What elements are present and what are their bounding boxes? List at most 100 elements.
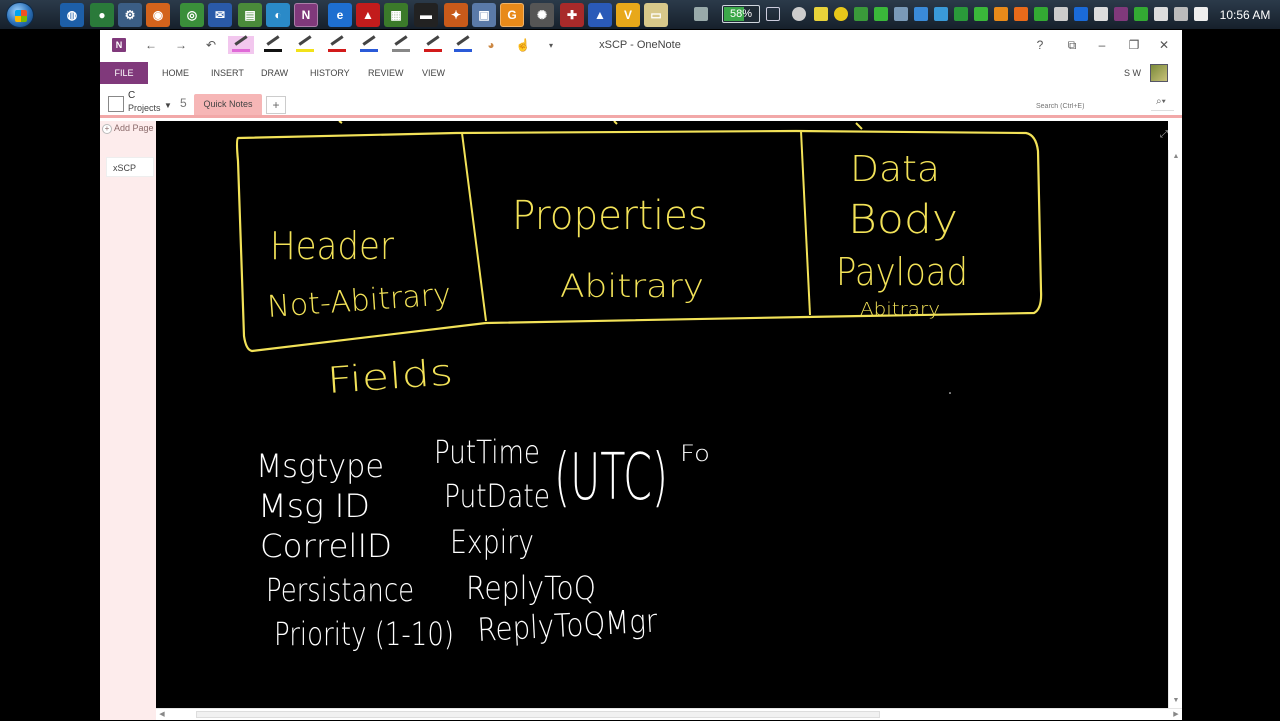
- vertical-scrollbar[interactable]: ▲ ▼: [1168, 150, 1182, 708]
- flag-icon[interactable]: [1154, 7, 1168, 21]
- fo-label: Fo: [680, 442, 710, 467]
- keyboard-icon[interactable]: [694, 7, 708, 21]
- grid-icon[interactable]: [1054, 7, 1068, 21]
- restore-button[interactable]: ❐: [1124, 36, 1144, 54]
- z-icon[interactable]: [994, 7, 1008, 21]
- firefox-icon[interactable]: ◉: [146, 3, 170, 27]
- search-input[interactable]: [1036, 98, 1151, 115]
- check-icon[interactable]: [1134, 7, 1148, 21]
- touch-mode-icon[interactable]: ☝: [512, 36, 534, 54]
- onenote-tray-icon[interactable]: [1114, 7, 1128, 21]
- chrome-like-icon[interactable]: ●: [90, 3, 114, 27]
- pen-blue-icon[interactable]: [356, 35, 382, 54]
- blue-icon[interactable]: [1074, 7, 1088, 21]
- pen-yellow-icon[interactable]: [292, 35, 318, 54]
- ink-marks: [338, 121, 863, 130]
- ie-icon[interactable]: e: [328, 3, 352, 27]
- window-tray-icon[interactable]: [766, 7, 780, 21]
- mail-tray-icon[interactable]: [934, 7, 948, 21]
- update-icon[interactable]: [854, 7, 868, 21]
- tab-file[interactable]: FILE: [100, 62, 148, 84]
- speed-icon[interactable]: [792, 7, 806, 21]
- tab-home[interactable]: HOME: [162, 62, 189, 84]
- v-icon[interactable]: V: [616, 3, 640, 27]
- volume-icon[interactable]: [1194, 7, 1208, 21]
- user-name[interactable]: S W: [1124, 68, 1141, 78]
- scroll-left-icon[interactable]: ◀: [156, 709, 168, 721]
- add-section-button[interactable]: +: [266, 96, 286, 114]
- explorer-icon[interactable]: ▭: [644, 3, 668, 27]
- field-puttime: PutTime: [434, 433, 540, 471]
- undo-icon[interactable]: ↶: [200, 36, 222, 54]
- help-icon[interactable]: ?: [1030, 36, 1050, 54]
- clock[interactable]: 10:56 AM: [1212, 0, 1278, 30]
- pen-black-icon[interactable]: [260, 35, 286, 54]
- chart-icon[interactable]: ▦: [384, 3, 408, 27]
- shield-icon[interactable]: [814, 7, 828, 21]
- chevron-down-icon[interactable]: ▼: [164, 101, 172, 110]
- email-icon[interactable]: ✉: [208, 3, 232, 27]
- tab-insert[interactable]: INSERT: [211, 62, 244, 84]
- chrome-icon[interactable]: ◎: [180, 3, 204, 27]
- network-tray-icon[interactable]: [894, 7, 908, 21]
- field-priority: Priority (1-10): [274, 615, 454, 653]
- terminal-icon[interactable]: ▬: [414, 3, 438, 27]
- scroll-up-icon[interactable]: ▲: [1169, 150, 1183, 164]
- field-msgtype: Msgtype: [256, 447, 384, 485]
- pen-blue-2-icon[interactable]: [450, 35, 476, 54]
- tab-review[interactable]: REVIEW: [368, 62, 404, 84]
- pen-red-2-icon[interactable]: [420, 35, 446, 54]
- note-canvas[interactable]: Header Not-Abitrary Properties Abitrary …: [156, 121, 1168, 708]
- scroll-down-icon[interactable]: ▼: [1169, 694, 1183, 708]
- customize-qat-icon[interactable]: ▾: [540, 36, 562, 54]
- tab-view[interactable]: VIEW: [422, 62, 445, 84]
- tool-icon[interactable]: ✦: [444, 3, 468, 27]
- horizontal-scrollbar[interactable]: ◀ ▶: [156, 708, 1182, 720]
- start-button[interactable]: [6, 2, 34, 28]
- pen-red-icon[interactable]: [324, 35, 350, 54]
- full-screen-icon[interactable]: ⧉: [1062, 36, 1082, 54]
- page-item[interactable]: xSCP: [106, 157, 154, 177]
- notebook-icon[interactable]: [108, 96, 124, 112]
- onenote-icon[interactable]: N: [294, 3, 318, 27]
- screen-icon[interactable]: [1174, 7, 1188, 21]
- chat-icon[interactable]: [834, 7, 848, 21]
- color-palette-icon[interactable]: ◕: [480, 36, 502, 54]
- warning-icon[interactable]: [914, 7, 928, 21]
- globe-icon[interactable]: ◍: [60, 3, 84, 27]
- expand-icon[interactable]: ⤢: [1160, 129, 1168, 140]
- notebook-name[interactable]: Projects: [128, 103, 161, 113]
- minimize-button[interactable]: –: [1092, 36, 1112, 54]
- battery-indicator[interactable]: 58%: [722, 5, 760, 23]
- back-icon[interactable]: ←: [140, 36, 162, 54]
- avatar[interactable]: [1150, 64, 1168, 82]
- vpn-icon[interactable]: ▲: [588, 3, 612, 27]
- section-tab-quick-notes[interactable]: Quick Notes: [194, 94, 262, 115]
- file-icon[interactable]: ▤: [238, 3, 262, 27]
- close-button[interactable]: ✕: [1154, 36, 1174, 54]
- sync-icon[interactable]: [874, 7, 888, 21]
- game-icon[interactable]: ✚: [560, 3, 584, 27]
- forward-icon[interactable]: →: [170, 36, 192, 54]
- windows-logo-icon: [15, 10, 27, 22]
- settings-icon[interactable]: ✺: [530, 3, 554, 27]
- lock-icon[interactable]: [1094, 7, 1108, 21]
- pdf-icon[interactable]: ▲: [356, 3, 380, 27]
- browser-icon[interactable]: ◐: [266, 3, 290, 27]
- search-icon[interactable]: ⌕▾: [1156, 96, 1166, 107]
- tab-draw[interactable]: DRAW: [261, 62, 288, 84]
- green-icon[interactable]: [1034, 7, 1048, 21]
- folder-icon[interactable]: ▣: [472, 3, 496, 27]
- tab-history[interactable]: HISTORY: [310, 62, 350, 84]
- orange-icon[interactable]: [1014, 7, 1028, 21]
- e-icon[interactable]: [974, 7, 988, 21]
- network-icon[interactable]: ⚙: [118, 3, 142, 27]
- scroll-thumb[interactable]: [196, 711, 880, 718]
- h-icon[interactable]: [954, 7, 968, 21]
- g-icon[interactable]: G: [500, 3, 524, 27]
- scroll-right-icon[interactable]: ▶: [1170, 709, 1182, 721]
- pen-gray-icon[interactable]: [388, 35, 414, 54]
- ink-drawing: Header Not-Abitrary Properties Abitrary …: [235, 121, 1043, 653]
- pen-pink-icon[interactable]: [228, 35, 254, 54]
- add-page-button[interactable]: + Add Page: [100, 123, 156, 139]
